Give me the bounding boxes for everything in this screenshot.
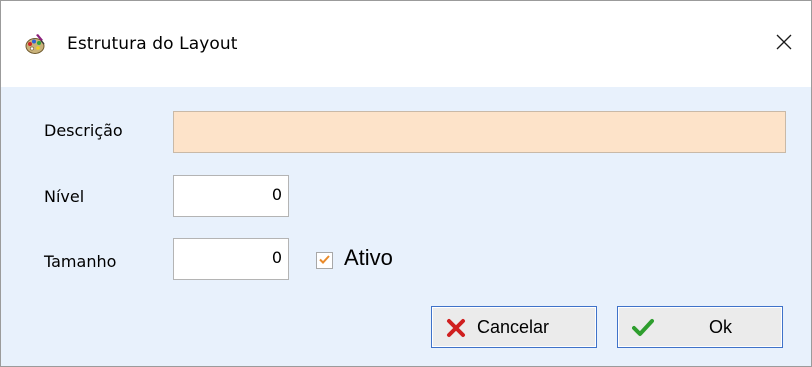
nivel-input[interactable]: 0 [173, 175, 289, 217]
ok-button[interactable]: Ok [617, 306, 783, 348]
tamanho-label: Tamanho [44, 252, 117, 271]
cancel-label: Cancelar [477, 317, 550, 337]
descricao-label: Descrição [44, 121, 123, 140]
checkmark-icon [632, 318, 654, 338]
ativo-checkbox[interactable] [316, 252, 333, 269]
cancel-button[interactable]: Cancelar [431, 306, 597, 348]
title-bar: Estrutura do Layout [1, 1, 811, 87]
dialog-window: Estrutura do Layout Descrição Nível 0 Ta… [0, 0, 812, 367]
checkmark-icon [318, 251, 331, 270]
palette-icon [23, 32, 47, 56]
window-title: Estrutura do Layout [67, 34, 238, 54]
ok-label: Ok [709, 317, 733, 337]
ativo-label: Ativo [344, 245, 393, 270]
x-icon [446, 318, 466, 338]
tamanho-input[interactable]: 0 [173, 238, 289, 280]
descricao-input[interactable] [173, 111, 786, 153]
nivel-label: Nível [44, 187, 85, 206]
close-icon [776, 34, 792, 54]
close-button[interactable] [761, 23, 807, 65]
